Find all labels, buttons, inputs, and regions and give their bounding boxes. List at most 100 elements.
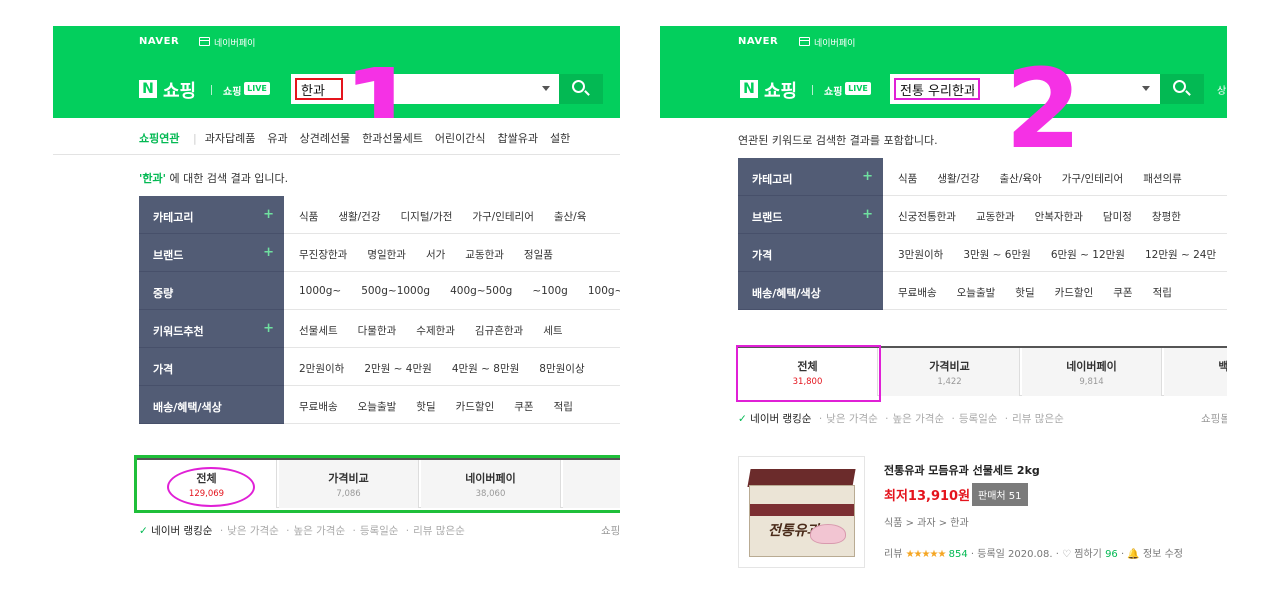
filter-option[interactable]: 적립 xyxy=(554,401,573,413)
expand-plus-icon[interactable]: + xyxy=(862,207,873,222)
filter-option[interactable]: 신궁전통한과 xyxy=(898,211,956,223)
filter-option[interactable]: 카드할인 xyxy=(456,401,495,413)
sort-option[interactable]: 높은 가격순 xyxy=(293,525,345,537)
sort-option[interactable]: 리뷰 많은순 xyxy=(413,525,465,537)
filter-option[interactable]: ~100g xyxy=(532,285,568,297)
filter-option[interactable]: 핫딜 xyxy=(1015,287,1034,299)
filter-option[interactable]: 디지털/가전 xyxy=(401,211,453,223)
filter-option[interactable]: 수제한과 xyxy=(416,325,455,337)
naver-pay-link[interactable]: 네이버페이 xyxy=(214,36,255,49)
related-keyword[interactable]: 한과선물세트 xyxy=(362,132,423,145)
search-box[interactable] xyxy=(291,74,559,104)
sort-option[interactable]: 등록일순 xyxy=(959,413,998,425)
expand-plus-icon[interactable]: + xyxy=(263,245,274,260)
filter-option[interactable]: 식품 xyxy=(898,173,917,185)
sort-option[interactable]: 낮은 가격순 xyxy=(227,525,279,537)
filter-option[interactable]: 정일품 xyxy=(524,249,553,261)
expand-plus-icon[interactable]: + xyxy=(263,207,274,222)
filter-option[interactable]: 쿠폰 xyxy=(1113,287,1132,299)
sort-option-ranking[interactable]: 네이버 랭킹순 xyxy=(151,525,212,537)
related-keyword[interactable]: 설한 xyxy=(550,132,570,145)
filter-option[interactable]: 핫딜 xyxy=(416,401,435,413)
filter-option[interactable]: 교동한과 xyxy=(465,249,504,261)
filter-option[interactable]: 생활/건강 xyxy=(937,173,979,185)
search-button[interactable] xyxy=(559,74,603,104)
filter-option[interactable]: 500g~1000g xyxy=(361,285,430,297)
filter-option[interactable]: 다물한과 xyxy=(358,325,397,337)
sort-option[interactable]: 낮은 가격순 xyxy=(826,413,878,425)
info-edit-link[interactable]: 정보 수정 xyxy=(1143,549,1183,560)
expand-plus-icon[interactable]: + xyxy=(263,321,274,336)
filter-option[interactable]: 적립 xyxy=(1153,287,1172,299)
filter-option[interactable]: 4만원 ~ 8만원 xyxy=(452,363,519,375)
product-title[interactable]: 전통유과 모듬유과 선물세트 2kg xyxy=(884,462,1040,478)
filter-option[interactable]: 무진장한과 xyxy=(299,249,347,261)
filter-option[interactable]: 세트 xyxy=(543,325,562,337)
tab-department-store[interactable]: 백화 xyxy=(563,460,620,508)
sort-option[interactable]: 리뷰 많은순 xyxy=(1012,413,1064,425)
filter-option[interactable]: 서가 xyxy=(426,249,445,261)
naver-n-logo[interactable]: N xyxy=(139,80,157,98)
filter-option[interactable]: 8만원이상 xyxy=(539,363,584,375)
related-keyword[interactable]: 상견례선물 xyxy=(300,132,351,145)
filter-option[interactable]: 식품 xyxy=(299,211,318,223)
seller-count-button[interactable]: 판매처 51 xyxy=(972,483,1028,506)
filter-option[interactable]: 2만원 ~ 4만원 xyxy=(364,363,431,375)
filter-option[interactable]: 안복자한과 xyxy=(1035,211,1083,223)
mall-filter-link[interactable]: 쇼핑 xyxy=(601,523,620,538)
naver-logo[interactable]: NAVER xyxy=(738,36,778,47)
search-button[interactable] xyxy=(1160,74,1204,104)
filter-option[interactable]: 400g~500g xyxy=(450,285,512,297)
filter-option[interactable]: 창평한 xyxy=(1152,211,1181,223)
filter-option[interactable]: 가구/인테리어 xyxy=(1062,173,1124,185)
related-keyword[interactable]: 찹쌀유과 xyxy=(498,132,538,145)
live-badge[interactable]: LIVE xyxy=(244,82,270,95)
related-keyword[interactable]: 유과 xyxy=(267,132,287,145)
filter-option[interactable]: 카드할인 xyxy=(1055,287,1094,299)
tab-naver-pay[interactable]: 네이버페이 38,060 xyxy=(421,460,561,508)
filter-option[interactable]: 패션의류 xyxy=(1143,173,1182,185)
search-input[interactable] xyxy=(894,78,980,100)
mall-filter-link[interactable]: 쇼핑몰 xyxy=(1201,411,1227,426)
sort-option[interactable]: 등록일순 xyxy=(360,525,399,537)
filter-option[interactable]: 가구/인테리어 xyxy=(472,211,534,223)
filter-option[interactable]: 3만원이하 xyxy=(898,249,943,261)
filter-option[interactable]: 생활/건강 xyxy=(338,211,380,223)
dropdown-caret-icon[interactable] xyxy=(542,86,550,91)
filter-option[interactable]: 담미정 xyxy=(1103,211,1132,223)
filter-option[interactable]: 교동한과 xyxy=(976,211,1015,223)
wish-label[interactable]: 찜하기 xyxy=(1074,549,1102,560)
filter-option[interactable]: 2만원이하 xyxy=(299,363,344,375)
shopping-logo-text[interactable]: 쇼핑 xyxy=(163,77,196,103)
filter-option[interactable]: 오늘출발 xyxy=(957,287,996,299)
shopping-live-label[interactable]: 쇼핑 xyxy=(824,83,842,98)
expand-plus-icon[interactable]: + xyxy=(862,169,873,184)
related-keyword[interactable]: 어린이간식 xyxy=(435,132,486,145)
filter-option[interactable]: 오늘출발 xyxy=(358,401,397,413)
search-input[interactable] xyxy=(295,78,343,100)
filter-option[interactable]: 무료배송 xyxy=(898,287,937,299)
naver-logo[interactable]: NAVER xyxy=(139,36,179,47)
filter-option[interactable]: 쿠폰 xyxy=(514,401,533,413)
product-image[interactable]: 전통유과 xyxy=(738,456,865,568)
dropdown-caret-icon[interactable] xyxy=(1142,86,1150,91)
tab-naver-pay[interactable]: 네이버페이 9,814 xyxy=(1022,348,1162,396)
sort-option[interactable]: 높은 가격순 xyxy=(892,413,944,425)
filter-option[interactable]: 3만원 ~ 6만원 xyxy=(963,249,1030,261)
filter-option[interactable]: 선물세트 xyxy=(299,325,338,337)
review-count[interactable]: 854 xyxy=(949,549,968,560)
sort-option-ranking[interactable]: 네이버 랭킹순 xyxy=(750,413,811,425)
filter-option[interactable]: 12만원 ~ 24만 xyxy=(1145,249,1216,261)
heart-icon[interactable]: ♡ xyxy=(1062,549,1071,560)
filter-option[interactable]: 1000g~ xyxy=(299,285,341,297)
tab-price-compare[interactable]: 가격비교 7,086 xyxy=(279,460,419,508)
filter-option[interactable]: 출산/육 xyxy=(554,211,587,223)
naver-pay-link[interactable]: 네이버페이 xyxy=(814,36,855,49)
filter-option[interactable]: 100g~20 xyxy=(588,285,620,297)
naver-n-logo[interactable]: N xyxy=(740,80,758,98)
related-keyword[interactable]: 과자답례품 xyxy=(205,132,256,145)
filter-option[interactable]: 명일한과 xyxy=(367,249,406,261)
filter-option[interactable]: 6만원 ~ 12만원 xyxy=(1051,249,1125,261)
shopping-live-label[interactable]: 쇼핑 xyxy=(223,83,241,98)
tab-department-store[interactable]: 백화점1, xyxy=(1164,348,1227,396)
